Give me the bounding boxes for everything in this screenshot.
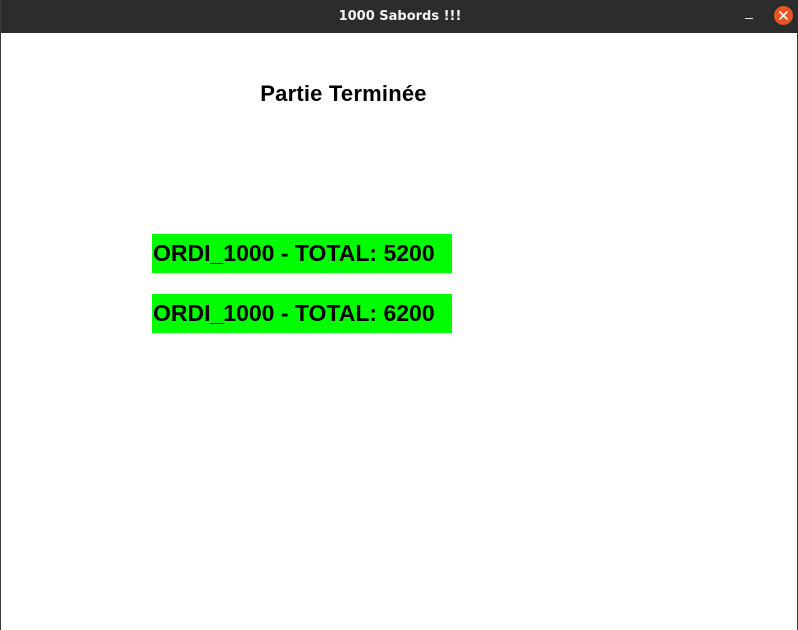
minimize-button[interactable] (739, 8, 759, 26)
player-score-row: ORDI_1000 - TOTAL: 5200 (152, 234, 452, 273)
close-icon (779, 11, 788, 20)
player-score-row: ORDI_1000 - TOTAL: 6200 (152, 294, 452, 333)
title-bar[interactable]: 1000 Sabords !!! (1, 0, 798, 33)
game-over-panel: Partie Terminée ORDI_1000 - TOTAL: 5200 … (1, 33, 797, 630)
window-title: 1000 Sabords !!! (338, 9, 462, 24)
app-window: 1000 Sabords !!! Partie Terminée ORDI_10… (0, 0, 798, 630)
game-over-title: Partie Terminée (260, 81, 427, 106)
close-button[interactable] (774, 6, 793, 25)
